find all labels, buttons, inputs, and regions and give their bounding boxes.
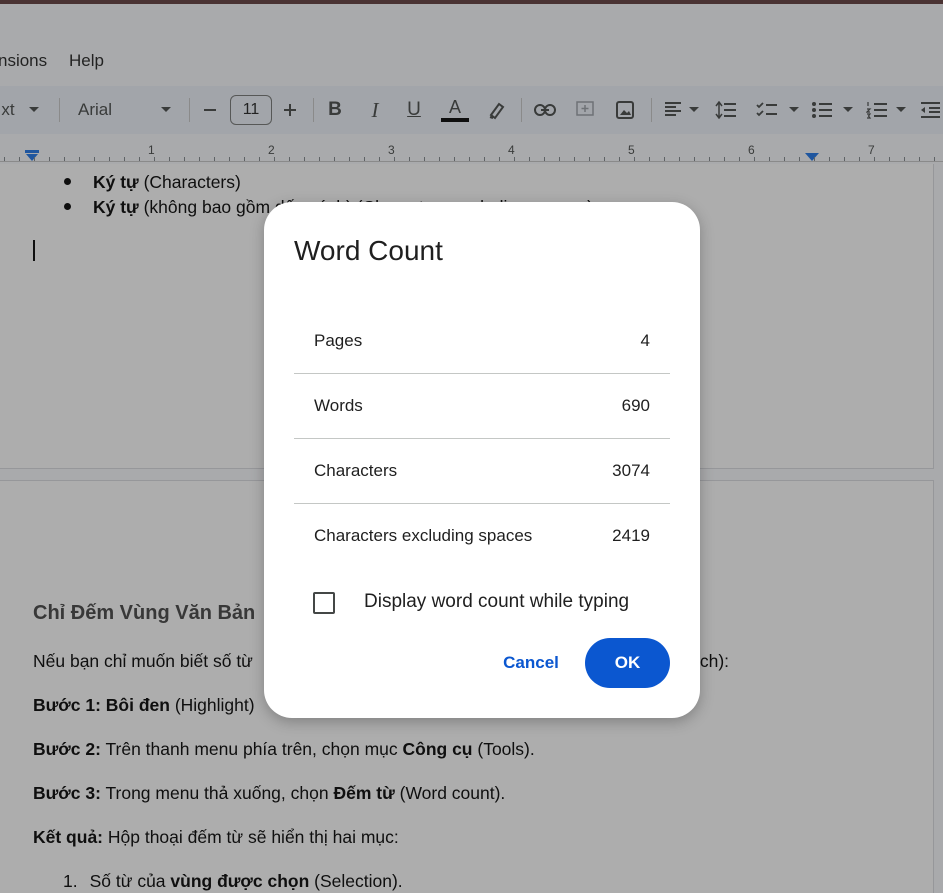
cancel-button[interactable]: Cancel bbox=[490, 638, 572, 688]
display-word-count-checkbox[interactable] bbox=[313, 592, 335, 614]
ok-button[interactable]: OK bbox=[585, 638, 670, 688]
stat-value: 690 bbox=[621, 396, 650, 415]
stat-label: Words bbox=[314, 396, 363, 415]
stat-row-words: Words 690 bbox=[294, 374, 670, 439]
stat-value: 4 bbox=[640, 331, 650, 350]
stat-label: Pages bbox=[314, 331, 363, 350]
word-count-dialog: Word Count Pages 4 Words 690 Characters … bbox=[264, 202, 700, 718]
stat-label: Characters bbox=[314, 461, 398, 480]
stat-row-pages: Pages 4 bbox=[294, 309, 670, 374]
stat-label: Characters excluding spaces bbox=[314, 526, 533, 545]
stat-value: 3074 bbox=[612, 461, 650, 480]
checkbox-label[interactable]: Display word count while typing bbox=[364, 591, 629, 613]
dialog-title: Word Count bbox=[294, 235, 443, 266]
stat-row-characters-excluding-spaces: Characters excluding spaces 2419 bbox=[294, 504, 670, 569]
stat-row-characters: Characters 3074 bbox=[294, 439, 670, 504]
stat-value: 2419 bbox=[612, 526, 650, 545]
